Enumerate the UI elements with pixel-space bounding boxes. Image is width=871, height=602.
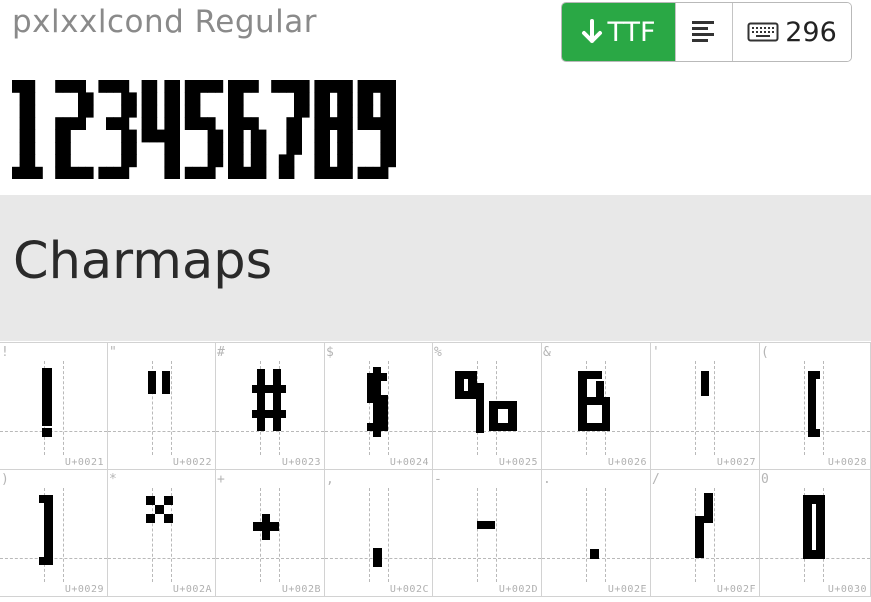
font-sample <box>12 80 401 180</box>
charmap-grid: ! U+0021 " U+0022 # U+0023 $ U+0024% U+0025 & U+00… <box>0 342 871 602</box>
glyph-codepoint: U+0021 <box>64 457 104 468</box>
sample-digit-7 <box>271 80 310 180</box>
toolbar: TTF 296 <box>561 2 852 62</box>
glyph-shape <box>253 514 279 540</box>
glyph-cell[interactable]: . U+002E <box>542 470 651 597</box>
glyph-shape <box>808 371 820 437</box>
glyph-shape <box>367 367 388 437</box>
glyph-codepoint: U+0027 <box>716 457 756 468</box>
glyph-cell[interactable]: , U+002C <box>325 470 433 597</box>
glyph-shape <box>39 495 53 565</box>
glyph-cell[interactable]: (U+0028 <box>760 343 871 470</box>
text-align-button[interactable] <box>675 3 733 61</box>
download-ttf-button[interactable]: TTF <box>562 3 675 61</box>
sample-digit-4 <box>141 80 180 180</box>
sample-digit-3 <box>98 80 137 180</box>
glyph-cell[interactable]: ' U+0027 <box>651 343 760 470</box>
glyph-shape <box>701 371 709 396</box>
glyph-shape <box>148 371 170 394</box>
glyph-shape <box>803 495 825 559</box>
glyph-cell[interactable]: & U+0026 <box>542 343 651 470</box>
glyph-cell[interactable]: / U+002F <box>651 470 760 597</box>
glyph-codepoint: U+0023 <box>281 457 321 468</box>
glyph-codepoint: U+0026 <box>607 457 647 468</box>
keyboard-icon <box>747 22 779 42</box>
glyph-cell[interactable]: ! U+0021 <box>0 343 108 470</box>
glyph-codepoint: U+002D <box>498 584 538 595</box>
glyph-shape <box>477 521 495 529</box>
glyph-shape <box>590 549 599 559</box>
glyph-shape <box>42 368 52 437</box>
font-title: pxlxxlcond Regular <box>12 4 318 40</box>
glyph-codepoint: U+0028 <box>827 457 867 468</box>
glyph-count-button[interactable]: 296 <box>733 3 851 61</box>
glyph-cell[interactable]: + U+002B <box>216 470 325 597</box>
glyph-shape <box>252 369 286 431</box>
glyph-codepoint: U+002A <box>172 584 212 595</box>
sample-digits <box>12 80 396 180</box>
glyph-codepoint: U+0029 <box>64 584 104 595</box>
glyph-shape <box>373 548 382 567</box>
glyph-codepoint: U+002E <box>607 584 647 595</box>
glyph-cell[interactable]: - U+002D <box>433 470 542 597</box>
glyph-codepoint: U+002B <box>281 584 321 595</box>
sample-digit-6 <box>228 80 267 180</box>
arrow-down-icon <box>582 19 603 43</box>
glyph-cell[interactable]: 0 U+0030 <box>760 470 871 597</box>
glyph-codepoint: U+0024 <box>389 457 429 468</box>
glyph-cell[interactable]: # U+0023 <box>216 343 325 470</box>
glyph-codepoint: U+002F <box>716 584 756 595</box>
glyph-cell[interactable]: * U+002A <box>108 470 216 597</box>
glyph-codepoint: U+0030 <box>827 584 867 595</box>
glyph-shape <box>455 371 517 433</box>
sample-digit-1 <box>12 80 43 180</box>
glyph-cell[interactable]: ) U+0029 <box>0 470 108 597</box>
glyph-cell[interactable]: $ U+0024 <box>325 343 433 470</box>
glyph-shape <box>578 371 610 431</box>
glyph-shape <box>146 496 173 523</box>
sample-digit-5 <box>184 80 224 180</box>
glyph-shape <box>695 493 713 558</box>
align-left-icon <box>692 21 714 42</box>
glyph-codepoint: U+0025 <box>498 457 538 468</box>
glyph-codepoint: U+002C <box>389 584 429 595</box>
section-title: Charmaps <box>13 232 273 291</box>
download-label: TTF <box>607 16 656 48</box>
sample-digit-8 <box>314 80 353 180</box>
sample-digit-9 <box>357 80 396 180</box>
glyph-codepoint: U+0022 <box>172 457 212 468</box>
glyph-count: 296 <box>785 16 837 48</box>
glyph-cell[interactable]: " U+0022 <box>108 343 216 470</box>
glyph-cell[interactable]: % U+0025 <box>433 343 542 470</box>
sample-digit-2 <box>55 80 94 180</box>
